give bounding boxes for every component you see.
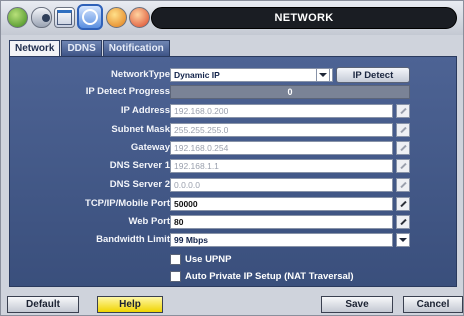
network-icon[interactable] [77,4,103,30]
subnet-mask-edit-button[interactable] [396,123,410,137]
gear-icon[interactable] [7,7,28,28]
use-upnp-row[interactable]: Use UPNP [170,252,231,266]
ip-address-edit-button[interactable] [396,104,410,118]
ip-address-row: IP Address 192.168.0.200 [10,104,458,118]
dns-server-1-row: DNS Server 1 192.168.1.1 [10,159,458,173]
tcp-port-edit-button[interactable] [396,197,410,211]
tcp-port-field[interactable]: 50000 [170,197,393,211]
network-settings-window: NETWORK Network DDNS Notification Networ… [0,0,464,316]
web-port-edit-button[interactable] [396,215,410,229]
tcp-port-label: TCP/IP/Mobile Port [85,198,170,209]
web-port-row: Web Port 80 [10,215,458,229]
default-button[interactable]: Default [7,296,79,313]
network-settings-panel: NetworkType Dynamic IP IP Detect IP Dete… [9,56,457,287]
bandwidth-limit-row: Bandwidth Limit 99 Mbps [10,233,458,247]
dns-server-2-row: DNS Server 2 0.0.0.0 [10,178,458,192]
tab-bar: Network DDNS Notification [9,40,171,57]
notification-icon[interactable] [129,7,150,28]
bandwidth-limit-dropdown-button[interactable] [396,233,410,247]
chevron-down-icon [399,238,407,242]
chevron-down-icon [319,73,327,77]
ip-address-field[interactable]: 192.168.0.200 [170,104,393,118]
gateway-edit-button[interactable] [396,141,410,155]
dns-server-2-edit-button[interactable] [396,178,410,192]
dns-server-2-label: DNS Server 2 [109,179,170,190]
bandwidth-limit-select[interactable]: 99 Mbps [170,233,393,247]
top-toolbar: NETWORK [1,1,463,35]
ip-detect-button[interactable]: IP Detect [336,67,410,83]
save-button[interactable]: Save [321,296,393,313]
subnet-mask-field[interactable]: 255.255.255.0 [170,123,393,137]
tab-notification[interactable]: Notification [102,40,170,57]
ip-detect-progress-row: IP Detect Progress 0 [10,85,458,99]
ip-detect-progress-label: IP Detect Progress [85,86,170,97]
gateway-row: Gateway 192.168.0.254 [10,141,458,155]
network-type-select[interactable]: Dynamic IP [170,68,333,82]
dns-server-1-field[interactable]: 192.168.1.1 [170,159,393,173]
pencil-icon [399,126,407,134]
use-upnp-checkbox[interactable] [170,253,181,265]
dns-server-2-field[interactable]: 0.0.0.0 [170,178,393,192]
network-type-dropdown-button[interactable] [316,68,330,82]
network-type-row: NetworkType Dynamic IP IP Detect [10,67,458,83]
calendar-icon[interactable] [54,7,75,28]
title-bar: NETWORK [151,7,457,29]
auto-private-ip-label: Auto Private IP Setup (NAT Traversal) [185,270,354,282]
toggle-icon[interactable] [31,7,52,28]
auto-private-ip-row[interactable]: Auto Private IP Setup (NAT Traversal) [170,269,354,283]
pencil-icon [399,162,407,170]
pencil-icon [399,218,407,226]
clock-icon[interactable] [106,7,127,28]
ip-detect-progress-bar: 0 [170,85,410,99]
cancel-button[interactable]: Cancel [403,296,463,313]
help-button[interactable]: Help [97,296,163,313]
pencil-icon [399,181,407,189]
tab-network[interactable]: Network [9,40,61,57]
web-port-field[interactable]: 80 [170,215,393,229]
dns-server-1-edit-button[interactable] [396,159,410,173]
ip-address-label: IP Address [120,105,170,116]
pencil-icon [399,200,407,208]
web-port-label: Web Port [128,216,170,227]
gateway-label: Gateway [130,142,170,153]
tcp-port-row: TCP/IP/Mobile Port 50000 [10,197,458,211]
pencil-icon [399,144,407,152]
auto-private-ip-checkbox[interactable] [170,270,181,282]
pencil-icon [399,107,407,115]
use-upnp-label: Use UPNP [185,253,232,265]
dns-server-1-label: DNS Server 1 [109,160,170,171]
page-title: NETWORK [274,12,334,24]
subnet-mask-label: Subnet Mask [111,124,170,135]
network-type-label: NetworkType [111,69,170,80]
bandwidth-limit-label: Bandwidth Limit [96,234,170,245]
subnet-mask-row: Subnet Mask 255.255.255.0 [10,123,458,137]
tab-ddns[interactable]: DDNS [61,40,102,57]
gateway-field[interactable]: 192.168.0.254 [170,141,393,155]
